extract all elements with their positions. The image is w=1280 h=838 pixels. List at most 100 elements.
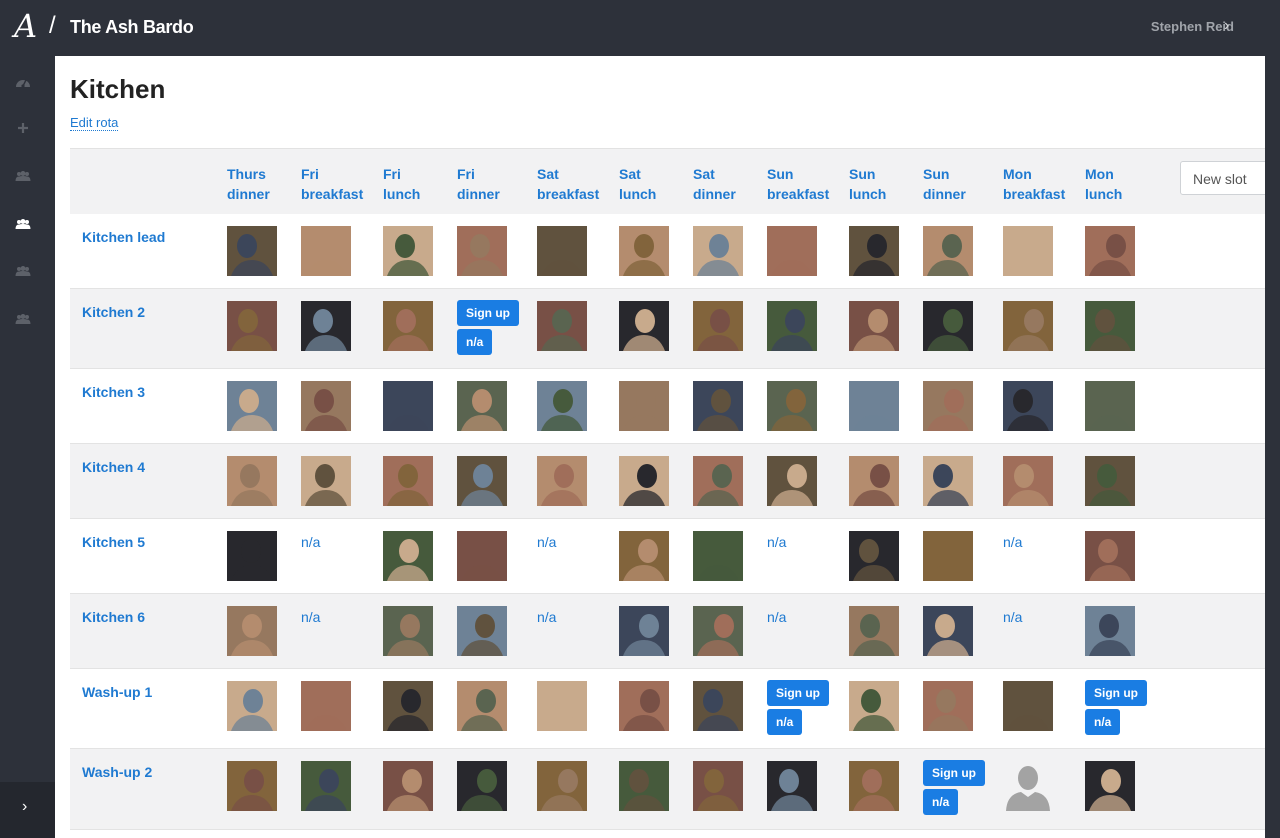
column-header[interactable]: Sun lunch	[849, 164, 886, 204]
avatar[interactable]	[849, 761, 899, 811]
edit-rota-link[interactable]: Edit rota	[70, 115, 119, 131]
na-link[interactable]: n/a	[301, 608, 320, 626]
chevron-right-icon[interactable]: ›	[1224, 16, 1236, 36]
avatar[interactable]	[301, 301, 351, 351]
na-link[interactable]: n/a	[537, 608, 556, 626]
avatar[interactable]	[537, 681, 587, 731]
avatar[interactable]	[383, 381, 433, 431]
avatar[interactable]	[619, 681, 669, 731]
avatar[interactable]	[619, 456, 669, 506]
sign-up-button[interactable]: Sign up	[457, 300, 519, 326]
avatar[interactable]	[1085, 761, 1135, 811]
column-header[interactable]: Sun breakfast	[767, 164, 829, 204]
avatar[interactable]	[1003, 456, 1053, 506]
avatar[interactable]	[301, 681, 351, 731]
avatar[interactable]	[693, 606, 743, 656]
avatar[interactable]	[227, 606, 277, 656]
users-icon[interactable]	[15, 265, 31, 277]
sign-up-button[interactable]: Sign up	[923, 760, 985, 786]
avatar[interactable]	[693, 531, 743, 581]
avatar[interactable]	[537, 226, 587, 276]
avatar[interactable]	[1003, 681, 1053, 731]
column-header[interactable]: Fri breakfast	[301, 164, 363, 204]
avatar[interactable]	[537, 381, 587, 431]
new-slot-input[interactable]: New slot	[1180, 161, 1265, 195]
avatar[interactable]	[619, 226, 669, 276]
column-header[interactable]: Thurs dinner	[227, 164, 270, 204]
avatar[interactable]	[693, 456, 743, 506]
avatar[interactable]	[693, 381, 743, 431]
na-link[interactable]: n/a	[767, 608, 786, 626]
avatar[interactable]	[227, 531, 277, 581]
app-logo[interactable]: A	[14, 8, 37, 44]
group-name[interactable]: The Ash Bardo	[70, 16, 194, 38]
avatar[interactable]	[619, 301, 669, 351]
slot-row-label[interactable]: Kitchen 4	[82, 458, 145, 476]
avatar[interactable]	[923, 681, 973, 731]
sign-up-button[interactable]: Sign up	[1085, 680, 1147, 706]
slot-row-label[interactable]: Kitchen 2	[82, 303, 145, 321]
na-button[interactable]: n/a	[923, 789, 959, 815]
avatar[interactable]	[693, 681, 743, 731]
avatar[interactable]	[227, 226, 277, 276]
avatar[interactable]	[457, 681, 507, 731]
avatar[interactable]	[767, 301, 817, 351]
avatar[interactable]	[383, 761, 433, 811]
users-icon[interactable]	[15, 170, 31, 182]
avatar[interactable]	[923, 456, 973, 506]
avatar[interactable]	[457, 531, 507, 581]
avatar[interactable]	[923, 226, 973, 276]
avatar[interactable]	[1085, 606, 1135, 656]
slot-row-label[interactable]: Wash-up 1	[82, 683, 152, 701]
avatar[interactable]	[923, 606, 973, 656]
avatar[interactable]	[849, 381, 899, 431]
avatar[interactable]	[1085, 531, 1135, 581]
avatar[interactable]	[767, 456, 817, 506]
avatar[interactable]	[1003, 226, 1053, 276]
avatar[interactable]	[1085, 381, 1135, 431]
avatar[interactable]	[383, 606, 433, 656]
avatar[interactable]	[693, 301, 743, 351]
avatar[interactable]	[301, 761, 351, 811]
avatar[interactable]	[227, 681, 277, 731]
avatar[interactable]	[619, 381, 669, 431]
column-header[interactable]: Mon breakfast	[1003, 164, 1065, 204]
avatar[interactable]	[227, 761, 277, 811]
na-link[interactable]: n/a	[537, 533, 556, 551]
column-header[interactable]: Fri lunch	[383, 164, 420, 204]
avatar[interactable]	[227, 301, 277, 351]
avatar[interactable]	[923, 381, 973, 431]
column-header[interactable]: Sat dinner	[693, 164, 736, 204]
avatar[interactable]	[383, 531, 433, 581]
avatar[interactable]	[301, 456, 351, 506]
avatar[interactable]	[537, 456, 587, 506]
avatar[interactable]	[457, 381, 507, 431]
avatar[interactable]	[537, 761, 587, 811]
column-header[interactable]: Sun dinner	[923, 164, 966, 204]
avatar[interactable]	[457, 606, 507, 656]
avatar[interactable]	[849, 301, 899, 351]
column-header[interactable]: Sat lunch	[619, 164, 656, 204]
avatar[interactable]	[767, 226, 817, 276]
avatar[interactable]	[849, 681, 899, 731]
avatar[interactable]	[301, 381, 351, 431]
na-button[interactable]: n/a	[457, 329, 493, 355]
avatar[interactable]	[537, 301, 587, 351]
avatar[interactable]	[619, 531, 669, 581]
avatar[interactable]	[1085, 301, 1135, 351]
slot-row-label[interactable]: Kitchen 3	[82, 383, 145, 401]
avatar[interactable]	[693, 761, 743, 811]
sidebar-expand-button[interactable]: ›	[0, 782, 55, 838]
avatar[interactable]	[383, 456, 433, 506]
avatar[interactable]	[849, 606, 899, 656]
slot-row-label[interactable]: Wash-up 2	[82, 763, 152, 781]
users-icon[interactable]	[15, 313, 31, 325]
na-button[interactable]: n/a	[1085, 709, 1121, 735]
avatar[interactable]	[619, 761, 669, 811]
avatar[interactable]	[693, 226, 743, 276]
avatar[interactable]	[923, 531, 973, 581]
avatar[interactable]	[227, 381, 277, 431]
avatar[interactable]	[457, 761, 507, 811]
column-header[interactable]: Fri dinner	[457, 164, 500, 204]
slot-row-label[interactable]: Kitchen 5	[82, 533, 145, 551]
